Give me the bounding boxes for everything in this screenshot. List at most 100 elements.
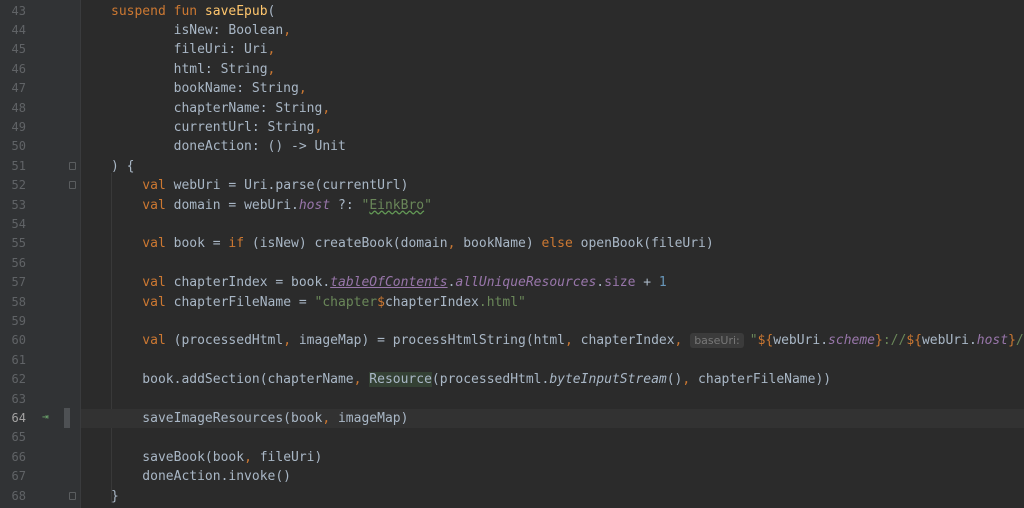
line-number: 64 [11,410,26,425]
code-text: saveImageResources(book, imageMap) [111,409,408,428]
code-token: } [875,333,883,349]
code-line[interactable]: 52 val webUri = Uri.parse(currentUrl) [12,176,1024,195]
code-token: , [682,372,699,388]
code-token: chapterIndex [384,294,479,310]
code-token: openBook(fileUri) [580,236,714,252]
line-number: 49 [11,119,26,134]
code-token: , [314,119,323,135]
line-number: 46 [11,61,26,76]
code-line[interactable]: 43 suspend fun saveEpub( [12,2,1024,21]
code-token: else [541,236,581,252]
line-number: 52 [11,178,26,193]
fold-marker-icon[interactable] [69,491,76,500]
code-token: , [283,22,292,38]
code-token: saveBook(book [111,449,245,465]
code-text: suspend fun saveEpub( [111,2,275,21]
code-line[interactable]: 62 book.addSection(chapterName, Resource… [12,370,1024,389]
code-area[interactable]: 43 suspend fun saveEpub(44 isNew: Boolean… [12,0,1024,508]
code-text: val chapterFileName = "chapter$chapterIn… [111,293,526,312]
code-token: saveEpub [204,3,268,19]
code-token: fileUri: Uri [111,42,268,58]
step-into-icon[interactable]: ⇥ [42,410,49,423]
code-line[interactable]: 45 fileUri: Uri, [12,40,1024,59]
code-token: , [267,61,276,77]
code-token: $ [377,294,385,310]
code-token: doneAction.invoke() [111,469,292,485]
code-text: val book = if (isNew) createBook(domain,… [111,234,714,253]
fold-marker-icon[interactable] [69,181,76,190]
code-token: val [111,333,174,349]
code-editor[interactable]: ⇥ 43 suspend fun saveEpub(44 isNew: Boole… [0,0,1024,508]
code-token: , [298,81,307,97]
code-line[interactable]: 44 isNew: Boolean, [12,21,1024,40]
code-token: , [322,410,338,426]
code-line[interactable]: 66 saveBook(book, fileUri) [12,448,1024,467]
line-number: 51 [11,158,26,173]
code-token: (processedHtml. [431,372,550,388]
code-line[interactable]: 47 bookName: String, [12,79,1024,98]
line-number: 59 [11,313,26,328]
code-token: " [749,333,758,349]
code-line[interactable]: 48 chapterName: String, [12,99,1024,118]
code-line[interactable]: 53 val domain = webUri.host ?: "EinkBro" [12,196,1024,215]
line-number: 67 [11,469,26,484]
code-token: .html" [478,294,526,310]
code-text: currentUrl: String, [111,118,323,137]
code-line[interactable]: 64 saveImageResources(book, imageMap) [12,408,1024,429]
code-token: val [111,275,174,291]
code-token: byteInputStream [549,372,667,388]
code-token: imageMap) [337,410,409,426]
code-line[interactable]: 61 [12,351,1024,370]
code-line[interactable]: 63 [12,390,1024,409]
line-number: 65 [11,430,26,445]
code-token: ?: [330,197,362,213]
code-text: ) { [111,157,134,176]
line-number: 47 [11,81,26,96]
code-token: domain = webUri. [173,197,299,213]
code-token: , [322,100,331,116]
code-token: allUniqueResources [455,275,597,291]
fold-marker-icon[interactable] [69,161,76,170]
code-line[interactable]: 50 doneAction: () -> Unit [12,137,1024,156]
line-number: 68 [11,488,26,503]
line-number: 50 [11,139,26,154]
code-line[interactable]: 57 val chapterIndex = book.tableOfConten… [12,273,1024,292]
line-number: 55 [11,236,26,251]
code-token: ${ [906,333,922,349]
code-text: doneAction.invoke() [111,467,291,486]
code-token: chapterIndex = book. [173,275,331,291]
code-token: imageMap) = processHtmlString(html [298,333,565,349]
code-line[interactable]: 59 [12,312,1024,331]
code-line[interactable]: 46 html: String, [12,60,1024,79]
code-token: 1 [658,275,667,291]
code-line[interactable]: 60 val (processedHtml, imageMap) = proce… [12,331,1024,350]
code-token: scheme [828,333,876,349]
code-token: , [283,333,299,349]
code-text: } [111,487,119,506]
code-token: , [267,42,276,58]
code-token: + [635,275,659,291]
code-text: chapterName: String, [111,99,331,118]
code-token: :// [882,333,907,349]
code-token: , [564,333,581,349]
code-token: webUri. [921,333,977,349]
code-line[interactable]: 67 doneAction.invoke() [12,467,1024,486]
code-line[interactable]: 68} [12,487,1024,506]
code-token: } [111,488,119,504]
code-line[interactable]: 49 currentUrl: String, [12,118,1024,137]
code-line[interactable]: 56 [12,254,1024,273]
code-token: EinkBro [369,197,425,213]
line-number: 62 [11,372,26,387]
code-line[interactable]: 55 val book = if (isNew) createBook(doma… [12,234,1024,253]
code-line[interactable]: 65 [12,428,1024,447]
code-line[interactable]: 51 ) { [12,157,1024,176]
code-text: val domain = webUri.host ?: "EinkBro" [111,196,432,215]
code-line[interactable]: 54 [12,215,1024,234]
code-token: fileUri) [259,449,323,465]
line-number: 66 [11,449,26,464]
code-line[interactable]: 58 val chapterFileName = "chapter$chapte… [12,293,1024,312]
code-token: ( [267,3,276,19]
code-token: (isNew) createBook(domain [251,236,448,252]
parameter-hint: baseUri: [690,333,744,349]
code-token: () [666,372,683,388]
